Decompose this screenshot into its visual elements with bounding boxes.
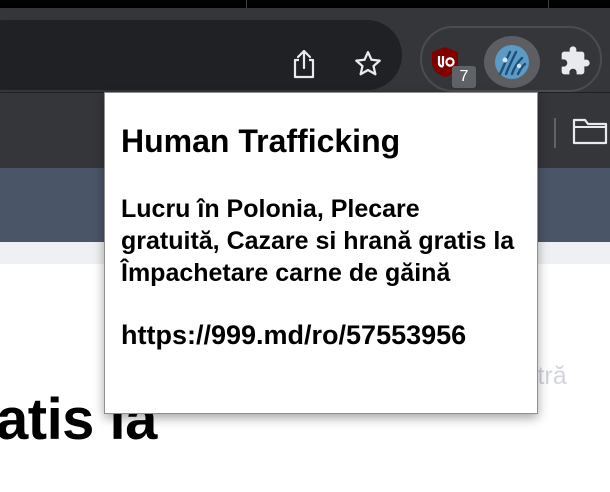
folder-icon[interactable] (572, 116, 608, 151)
star-icon[interactable] (348, 44, 388, 84)
ublock-badge: 7 (452, 66, 476, 88)
tooltip-title: Human Trafficking (121, 123, 401, 159)
bookmarks-separator (554, 118, 556, 148)
extension-active-icon[interactable] (494, 44, 530, 80)
tab-strip (0, 0, 610, 8)
share-icon[interactable] (284, 44, 324, 84)
tab-separator (548, 0, 549, 8)
extension-tooltip: Human Trafficking Lucru în Polonia, Plec… (104, 92, 538, 414)
tooltip-description: Lucru în Polonia, Plecare gratuită, Caza… (121, 195, 515, 287)
address-bar[interactable] (0, 20, 402, 90)
puzzle-icon[interactable] (558, 44, 592, 78)
tab-separator (246, 0, 247, 8)
tooltip-url: https://999.md/ro/57553956 (121, 320, 467, 350)
